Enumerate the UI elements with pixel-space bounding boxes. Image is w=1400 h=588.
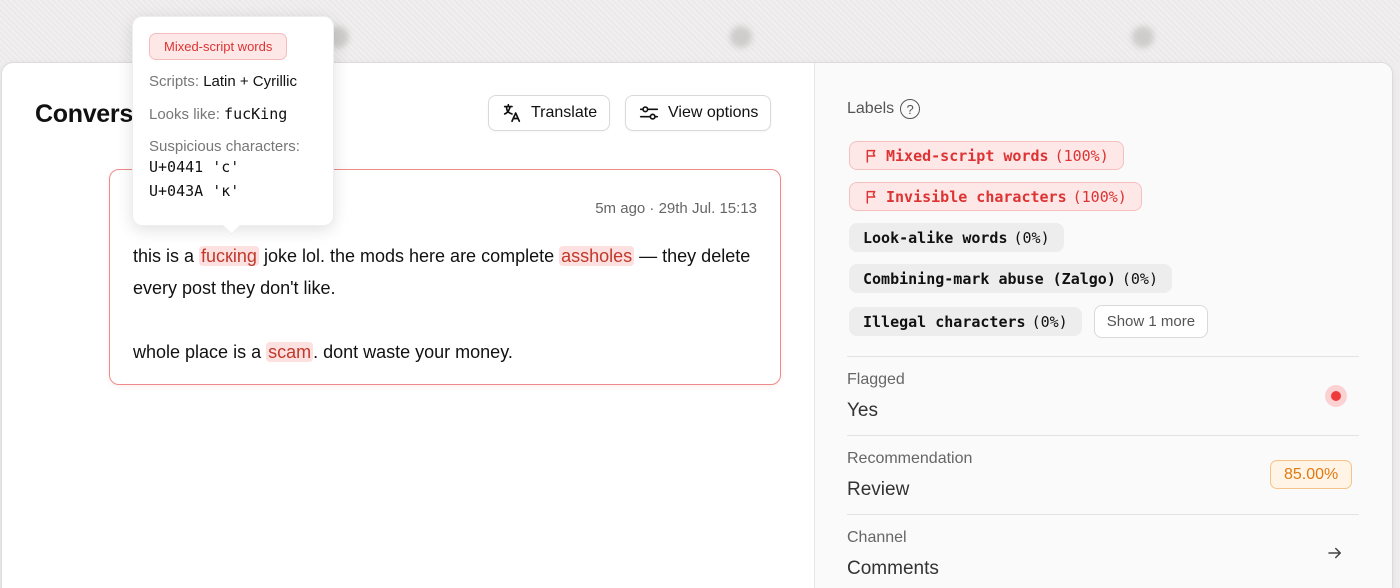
label-percent: (100%) (1054, 146, 1109, 165)
sliders-icon (639, 106, 659, 120)
flagged-word[interactable]: fucкing (199, 246, 259, 266)
message-body: this is a fucкing joke lol. the mods her… (133, 240, 763, 368)
label-name: Look-alike words (863, 228, 1008, 247)
message-text: this is a (133, 246, 200, 266)
tooltip-badge: Mixed-script words (149, 33, 288, 60)
page-title: Convers (35, 100, 133, 128)
flagged-word[interactable]: scam (266, 342, 314, 362)
section-divider (847, 514, 1359, 515)
show-more-button[interactable]: Show 1 more (1093, 305, 1209, 338)
flagged-value: Yes (847, 400, 878, 421)
label-percent: (0%) (1121, 269, 1158, 288)
suspicious-char: U+043A 'к' (149, 182, 240, 200)
looks-like-value: fucKing (224, 105, 288, 123)
tooltip-scripts-row: Scripts: Latin + Cyrillic (149, 73, 317, 90)
message-text: whole place is a (133, 342, 267, 362)
flagged-label: Flagged (847, 371, 905, 388)
section-divider (847, 435, 1359, 436)
label-name: Invisible characters (886, 187, 1067, 206)
label-chip-look-alike[interactable]: Look-alike words (0%) (849, 223, 1064, 252)
label-name: Illegal characters (863, 312, 1026, 331)
label-chip-zalgo[interactable]: Combining-mark abuse (Zalgo) (0%) (849, 264, 1172, 293)
message-text: joke lol. the mods here are complete (258, 246, 560, 266)
view-options-button[interactable]: View options (625, 95, 772, 131)
label-percent: (100%) (1072, 187, 1127, 206)
panel-divider (814, 63, 815, 588)
translate-label: Translate (531, 104, 598, 121)
looks-like-label: Looks like: (149, 106, 220, 123)
scripts-value: Latin + Cyrillic (203, 73, 297, 90)
flag-icon (866, 190, 876, 204)
section-divider (847, 356, 1359, 357)
labels-list: Mixed-script words (100%) Invisible char… (849, 141, 1349, 350)
help-icon[interactable]: ? (900, 99, 921, 119)
label-chip-illegal-characters[interactable]: Illegal characters (0%) (849, 307, 1082, 336)
flag-icon (866, 149, 876, 163)
translate-button[interactable]: Translate (488, 95, 611, 131)
flagged-status-icon (1325, 385, 1347, 407)
channel-value: Comments (847, 558, 939, 579)
label-chip-invisible-characters[interactable]: Invisible characters (100%) (849, 182, 1142, 211)
recommendation-label: Recommendation (847, 450, 973, 467)
view-options-label: View options (668, 104, 759, 121)
recommendation-value: Review (847, 479, 910, 500)
translate-icon (503, 103, 521, 123)
arrow-right-icon[interactable] (1326, 544, 1344, 562)
message-timestamp: 5m ago · 29th Jul. 15:13 (595, 200, 757, 217)
recommendation-score-badge: 85.00% (1270, 460, 1353, 489)
background-blur-shape (1132, 26, 1154, 48)
label-name: Combining-mark abuse (Zalgo) (863, 269, 1116, 288)
suspicious-label: Suspicious characters: (149, 138, 300, 155)
mixed-script-tooltip: Mixed-script words Scripts: Latin + Cyri… (132, 16, 334, 226)
channel-label: Channel (847, 529, 907, 546)
background-blur-shape (730, 26, 752, 48)
labels-heading: Labels (847, 100, 895, 117)
label-name: Mixed-script words (886, 146, 1049, 165)
label-percent: (0%) (1013, 228, 1050, 247)
flagged-word[interactable]: assholes (559, 246, 635, 266)
suspicious-char: U+0441 'с' (149, 158, 240, 176)
label-percent: (0%) (1031, 312, 1068, 331)
scripts-label: Scripts: (149, 73, 200, 90)
label-chip-mixed-script[interactable]: Mixed-script words (100%) (849, 141, 1124, 170)
labels-header: Labels ? (847, 99, 921, 119)
tooltip-looks-like-row: Looks like: fucKing (149, 105, 317, 123)
message-text: . dont waste your money. (313, 342, 513, 362)
